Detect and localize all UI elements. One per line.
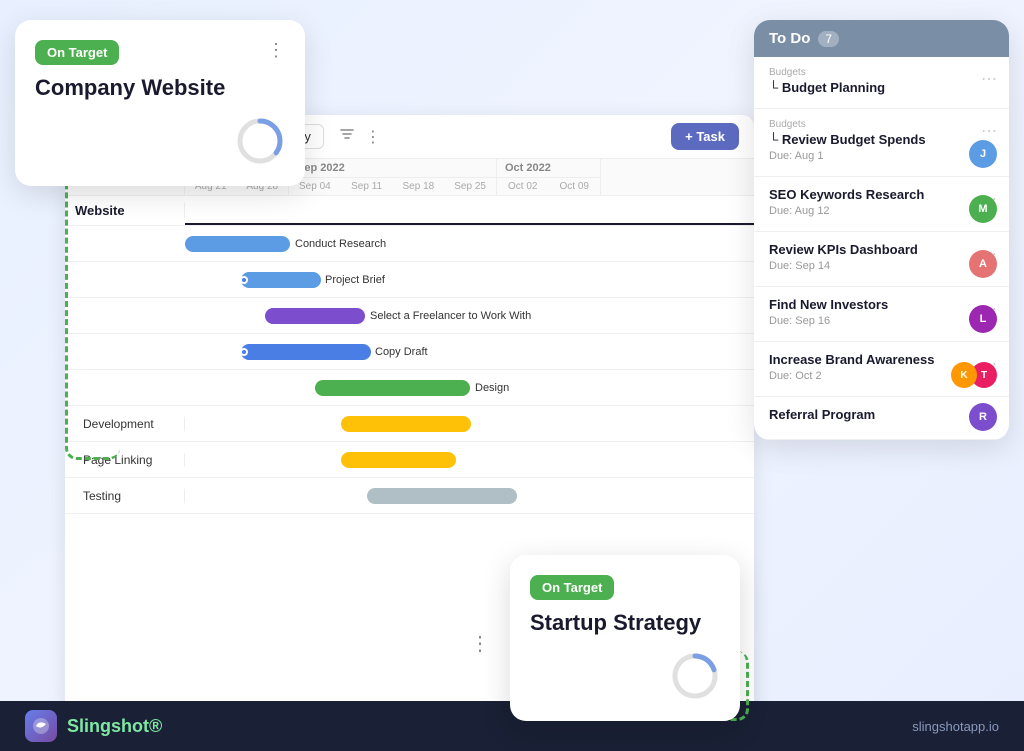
todo-count: 7 [818,31,839,47]
task-bar[interactable] [185,236,290,252]
table-row: Development [65,406,754,442]
avatar: J [969,140,997,168]
gantt-section-website: Website [65,196,754,226]
table-row: Select a Freelancer to Work With [65,298,754,334]
gantt-more-icon[interactable]: ⋮ [365,127,381,147]
gantt-body: Website Conduct Research Project Brief [65,196,754,514]
todo-title: To Do [769,30,810,47]
avatar: L [969,305,997,333]
add-task-btn[interactable]: + Task [671,123,739,150]
task-bar[interactable] [315,380,470,396]
footer-brand-name: Slingshot® [67,716,162,737]
table-row: Project Brief [65,262,754,298]
task-timeline-development [185,406,754,441]
todo-item-menu[interactable]: ⋯ [981,121,997,141]
task-bar[interactable] [241,344,371,360]
slingshot-logo-icon [25,710,57,742]
todo-item-name: Review KPIs Dashboard [769,242,994,257]
todo-item-name: └ Review Budget Spends [769,132,994,147]
todo-item-name: Find New Investors [769,297,994,312]
task-bar[interactable] [341,416,471,432]
company-progress-circle [235,116,285,166]
task-bar[interactable] [265,308,365,324]
task-timeline-page-linking [185,442,754,477]
company-card-title: Company Website [35,75,285,101]
list-item: SEO Keywords Research Due: Aug 12 ⋯ M [754,177,1009,232]
todo-item-name: └ Budget Planning [769,80,994,95]
company-website-card: On Target ⋮ Company Website [15,20,305,186]
list-item: Budgets └ Review Budget Spends Due: Aug … [754,109,1009,177]
list-item: Referral Program ⋯ R [754,397,1009,440]
todo-item-name: Referral Program [769,407,994,422]
task-timeline-testing [185,478,754,513]
task-timeline-conduct-research: Conduct Research [185,226,754,261]
task-timeline-project-brief: Project Brief [185,262,754,297]
list-item: Increase Brand Awareness Due: Oct 2 ⋯ K … [754,342,1009,397]
todo-header: To Do 7 [754,20,1009,57]
list-item: Review KPIs Dashboard Due: Sep 14 ⋯ A [754,232,1009,287]
avatar: K [951,362,977,388]
startup-card-floating-menu[interactable]: ⋮ [470,631,490,656]
table-row: Testing [65,478,754,514]
task-bar[interactable] [341,452,456,468]
list-item: Budgets └ Budget Planning ⋯ [754,57,1009,109]
todo-item-name: SEO Keywords Research [769,187,994,202]
task-timeline-copy-draft: Copy Draft [185,334,754,369]
table-row: Copy Draft [65,334,754,370]
task-timeline-freelancer: Select a Freelancer to Work With [185,298,754,333]
startup-on-target-badge: On Target [530,575,614,600]
list-item: Find New Investors Due: Sep 16 ⋯ L [754,287,1009,342]
table-row: Design [65,370,754,406]
on-target-badge: On Target [35,40,119,65]
todo-sidebar: To Do 7 Budgets └ Budget Planning ⋯ Budg… [754,20,1009,440]
company-card-menu[interactable]: ⋮ [267,40,285,61]
avatar: R [969,403,997,431]
task-label-testing: Testing [65,489,185,503]
task-timeline-design: Design [185,370,754,405]
task-bar[interactable] [241,272,321,288]
startup-strategy-card: On Target Startup Strategy [510,555,740,721]
table-row: Page Linking [65,442,754,478]
dashed-border-left [65,140,120,460]
todo-item-menu[interactable]: ⋯ [981,69,997,89]
startup-progress-circle [670,651,720,701]
footer-url: slingshotapp.io [912,719,999,734]
task-bar[interactable] [367,488,517,504]
filter-icon[interactable] [339,126,355,147]
footer-logo: Slingshot® [25,710,162,742]
startup-card-title: Startup Strategy [530,610,720,636]
avatar: A [969,250,997,278]
todo-items-list: Budgets └ Budget Planning ⋯ Budgets └ Re… [754,57,1009,440]
table-row: Conduct Research [65,226,754,262]
avatar: M [969,195,997,223]
